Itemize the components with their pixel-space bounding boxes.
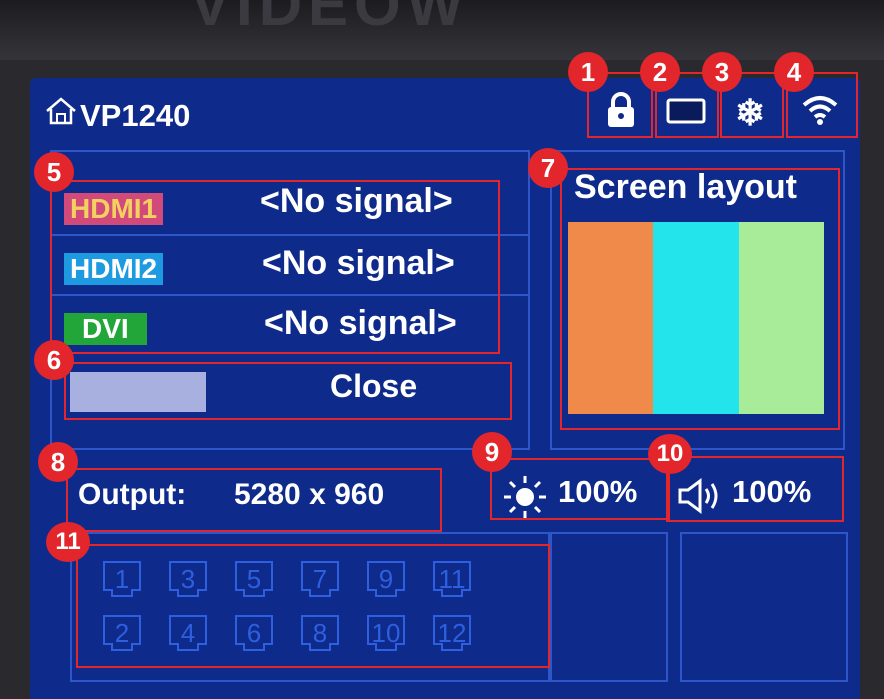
annotation-marker-1: 1 [568,52,608,92]
annotation-box-9 [490,458,670,520]
annotation-box-7 [560,168,840,430]
annotation-box-8 [66,468,442,532]
bezel-brand-mark: VIDEOW [190,0,470,38]
annotation-marker-8: 8 [38,442,78,482]
annotation-box-11 [76,544,550,668]
annotation-marker-5: 5 [34,152,74,192]
annotation-marker-9: 9 [472,432,512,472]
annotation-box-10 [666,456,844,522]
annotation-marker-7: 7 [528,148,568,188]
device-screen: VP1240 ❄ HDMI1 <No signal> HDMI2 <No sig… [30,52,860,699]
blank-panel [680,532,848,682]
home-icon[interactable] [44,96,78,131]
annotation-marker-6: 6 [34,340,74,380]
annotation-marker-3: 3 [702,52,742,92]
blank-panel [550,532,668,682]
annotation-marker-10: 10 [648,434,692,474]
annotation-marker-4: 4 [774,52,814,92]
annotation-marker-2: 2 [640,52,680,92]
annotation-box-6 [64,362,512,420]
device-bezel: VIDEOW [0,0,884,60]
annotation-marker-11: 11 [46,522,90,562]
device-title: VP1240 [80,98,191,133]
annotation-box-5 [50,180,500,354]
